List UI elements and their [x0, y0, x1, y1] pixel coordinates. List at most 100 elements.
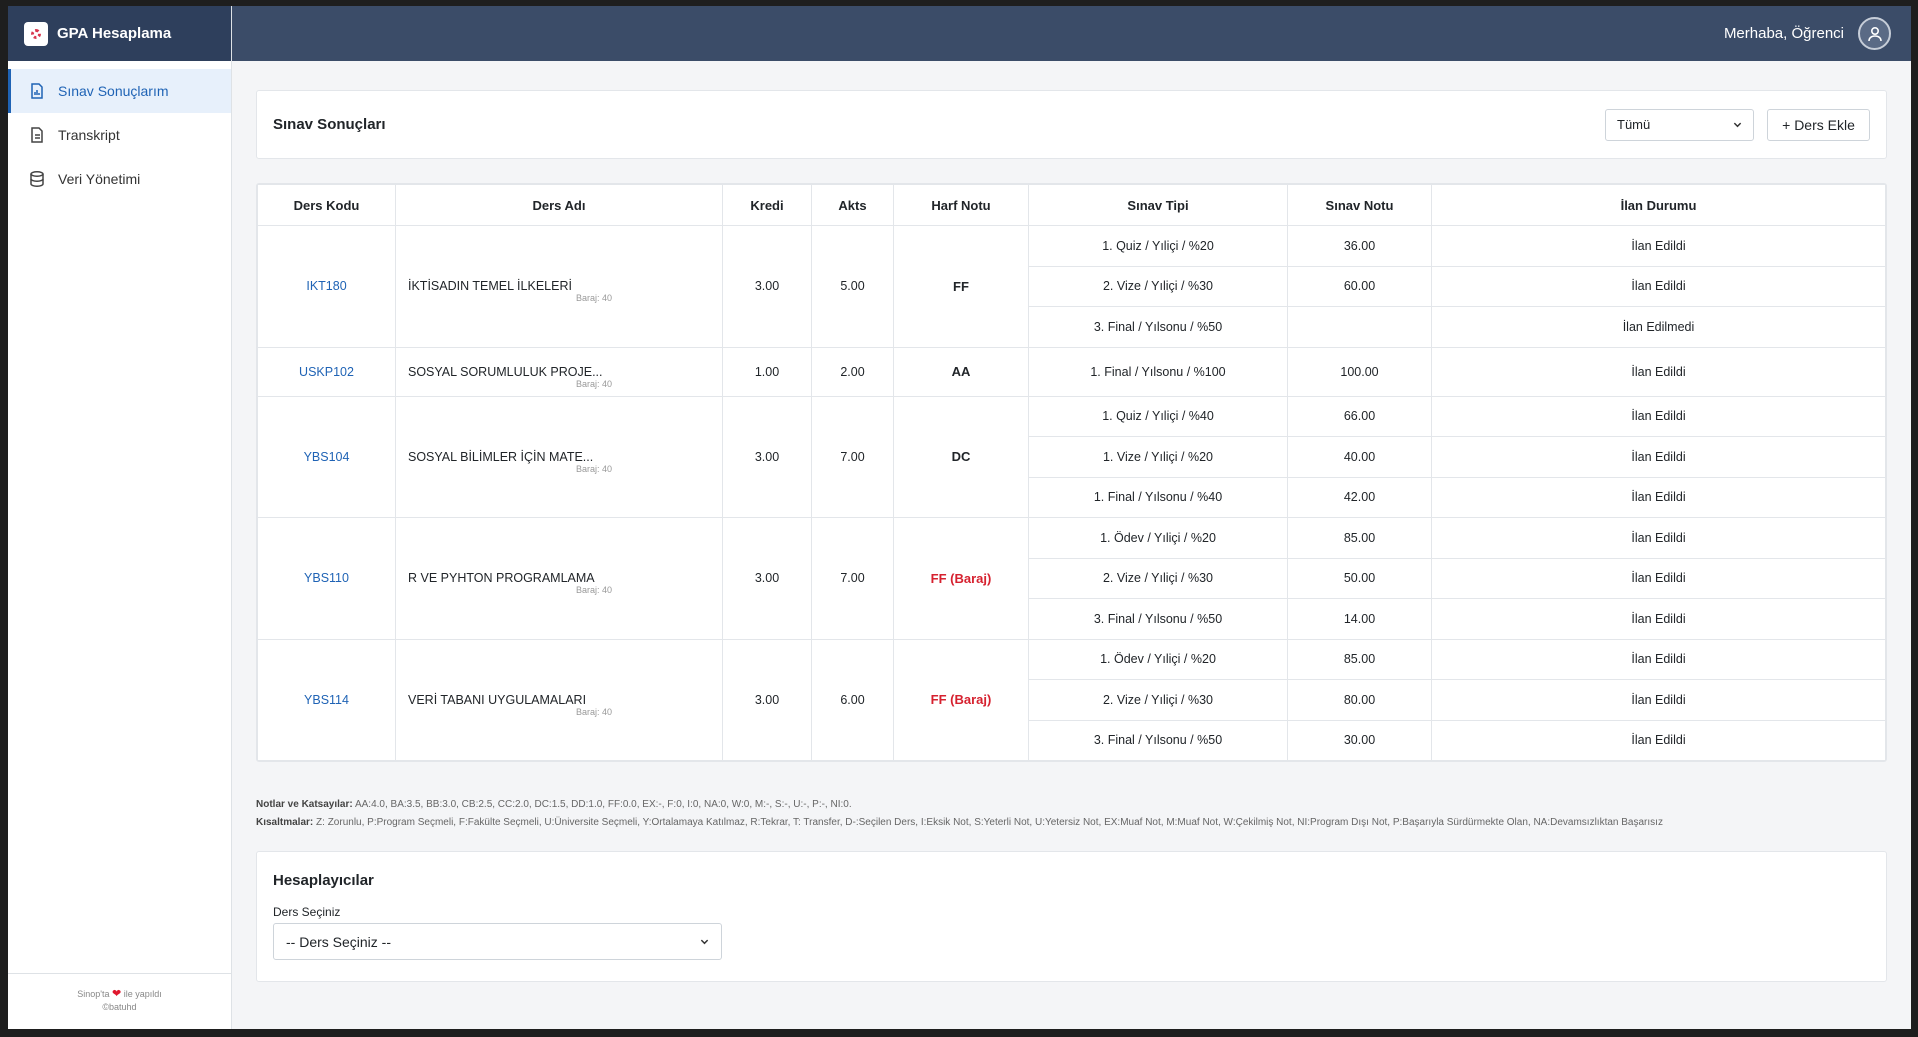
announcement-status-cell: İlan Edilmedi [1431, 306, 1886, 348]
course-name: SOSYAL SORUMLULUK PROJE... [408, 364, 603, 379]
abbr-label: Kısaltmalar: [256, 817, 314, 828]
column-header: Kredi [722, 184, 812, 226]
column-header: Sınav Tipi [1028, 184, 1288, 226]
filter-value: Tümü [1617, 117, 1651, 132]
announcement-status-cell: İlan Edildi [1431, 557, 1886, 599]
course-name-cell: İKTİSADIN TEMEL İLKELERİ Baraj: 40 [395, 225, 723, 348]
add-course-button[interactable]: + Ders Ekle [1767, 108, 1870, 141]
page-title: Sınav Sonuçları [273, 116, 386, 133]
chevron-down-icon [1733, 122, 1742, 128]
announcement-status-cell: İlan Edildi [1431, 598, 1886, 640]
exam-type-cell: 3. Final / Yılsonu / %50 [1028, 598, 1288, 640]
course-code-link[interactable]: YBS104 [257, 395, 396, 518]
exam-score-cell: 60.00 [1287, 265, 1432, 307]
footer-text-a: Sinop'ta [77, 989, 110, 999]
exam-type-cell: 1. Quiz / Yıliçi / %40 [1028, 395, 1288, 437]
user-avatar-icon[interactable] [1858, 17, 1891, 50]
akts-cell: 7.00 [811, 517, 894, 640]
akts-cell: 2.00 [811, 346, 894, 397]
credit-cell: 3.00 [722, 638, 812, 761]
announcement-status-cell: İlan Edildi [1431, 679, 1886, 721]
report-icon [28, 82, 46, 100]
sidebar-footer: Sinop'ta ❤ ile yapıldı ©batuhd [8, 973, 231, 1029]
exam-score-cell: 40.00 [1287, 436, 1432, 478]
topbar: Merhaba, Öğrenci [232, 6, 1911, 61]
results-table-card: Ders Kodu Ders Adı Kredi Akts Harf Notu … [256, 183, 1887, 762]
akts-cell: 7.00 [811, 395, 894, 518]
course-name-cell: SOSYAL BİLİMLER İÇİN MATE... Baraj: 40 [395, 395, 723, 518]
exam-score-cell: 85.00 [1287, 638, 1432, 680]
course-select-label: Ders Seçiniz [273, 905, 341, 919]
table-row: YBS110 R VE PYHTON PROGRAMLAMA Baraj: 40 3.… [257, 517, 1886, 640]
announcement-status-cell: İlan Edildi [1431, 517, 1886, 559]
letter-grade: FF [893, 225, 1029, 348]
course-name-cell: R VE PYHTON PROGRAMLAMA Baraj: 40 [395, 517, 723, 640]
filter-select[interactable]: Tümü [1605, 108, 1754, 141]
course-name-cell: VERİ TABANI UYGULAMALARI Baraj: 40 [395, 638, 723, 761]
course-name: İKTİSADIN TEMEL İLKELERİ [408, 279, 572, 294]
sidebar-item-transcript[interactable]: Transkript [8, 113, 231, 157]
announcement-status-cell: İlan Edildi [1431, 476, 1886, 518]
credit-cell: 1.00 [722, 346, 812, 397]
exam-type-cell: 1. Final / Yılsonu / %100 [1028, 346, 1288, 397]
column-header: Ders Kodu [257, 184, 396, 226]
database-icon [28, 170, 46, 188]
announcement-status-cell: İlan Edildi [1431, 346, 1886, 397]
logo-icon [24, 21, 48, 46]
announcement-status-cell: İlan Edildi [1431, 638, 1886, 680]
announcement-status-cell: İlan Edildi [1431, 436, 1886, 478]
table-row: YBS104 SOSYAL BİLİMLER İÇİN MATE... Baraj:… [257, 395, 1886, 518]
sidebar-item-label: Transkript [58, 127, 120, 143]
exam-score-cell: 66.00 [1287, 395, 1432, 437]
credit-cell: 3.00 [722, 225, 812, 348]
letter-grade: DC [893, 395, 1029, 518]
column-header: Ders Adı [395, 184, 723, 226]
footer-text-b: ile yapıldı [123, 989, 162, 999]
course-code-link[interactable]: YBS110 [257, 517, 396, 640]
brand-name: GPA Hesaplama [57, 25, 172, 42]
exam-type-cell: 1. Ödev / Yıliçi / %20 [1028, 638, 1288, 680]
baraj-label: Baraj: 40 [576, 706, 613, 717]
letter-grade: FF (Baraj) [893, 517, 1029, 640]
notes-legend: Notlar ve Katsayılar: AA:4.0, BA:3.5, BB… [256, 796, 1663, 832]
course-name-cell: SOSYAL SORUMLULUK PROJE... Baraj: 40 [395, 346, 723, 397]
calculators-title: Hesaplayıcılar [273, 872, 374, 889]
course-code-link[interactable]: YBS114 [257, 638, 396, 761]
sidebar-item-exam-results[interactable]: Sınav Sonuçlarım [8, 69, 231, 113]
brand[interactable]: GPA Hesaplama [8, 6, 231, 61]
course-select[interactable]: -- Ders Seçiniz -- [273, 923, 722, 960]
announcement-status-cell: İlan Edildi [1431, 395, 1886, 437]
baraj-label: Baraj: 40 [576, 463, 613, 474]
course-code-link[interactable]: USKP102 [257, 346, 396, 397]
exam-score-cell: 80.00 [1287, 679, 1432, 721]
column-header: Harf Notu [893, 184, 1029, 226]
course-code-link[interactable]: IKT180 [257, 225, 396, 348]
heart-icon: ❤ [112, 988, 122, 1000]
main-content: Sınav Sonuçları Tümü + Ders Ekle Ders Ko… [232, 61, 1911, 1029]
exam-score-cell: 42.00 [1287, 476, 1432, 518]
grades-label: Notlar ve Katsayılar: [256, 799, 353, 810]
announcement-status-cell: İlan Edildi [1431, 265, 1886, 307]
baraj-label: Baraj: 40 [576, 293, 613, 304]
sidebar-item-label: Sınav Sonuçlarım [58, 83, 169, 99]
exam-type-cell: 1. Quiz / Yıliçi / %20 [1028, 225, 1288, 267]
column-header: Sınav Notu [1287, 184, 1432, 226]
exam-score-cell [1287, 306, 1432, 348]
exam-type-cell: 1. Final / Yılsonu / %40 [1028, 476, 1288, 518]
sidebar-item-data-management[interactable]: Veri Yönetimi [8, 157, 231, 201]
column-header: İlan Durumu [1431, 184, 1886, 226]
table-row: USKP102 SOSYAL SORUMLULUK PROJE... Baraj: … [257, 346, 1886, 397]
exam-type-cell: 3. Final / Yılsonu / %50 [1028, 719, 1288, 761]
exam-type-cell: 3. Final / Yılsonu / %50 [1028, 306, 1288, 348]
exam-score-cell: 36.00 [1287, 225, 1432, 267]
exam-score-cell: 50.00 [1287, 557, 1432, 599]
letter-grade: FF (Baraj) [893, 638, 1029, 761]
course-select-value: -- Ders Seçiniz -- [286, 933, 392, 950]
document-icon [28, 126, 46, 144]
letter-grade: AA [893, 346, 1029, 397]
column-header: Akts [811, 184, 894, 226]
baraj-label: Baraj: 40 [576, 585, 613, 596]
app-window: GPA Hesaplama Sınav Sonuçlarım Transkrip… [8, 6, 1911, 1029]
results-table: Ders Kodu Ders Adı Kredi Akts Harf Notu … [257, 184, 1886, 761]
exam-score-cell: 30.00 [1287, 719, 1432, 761]
